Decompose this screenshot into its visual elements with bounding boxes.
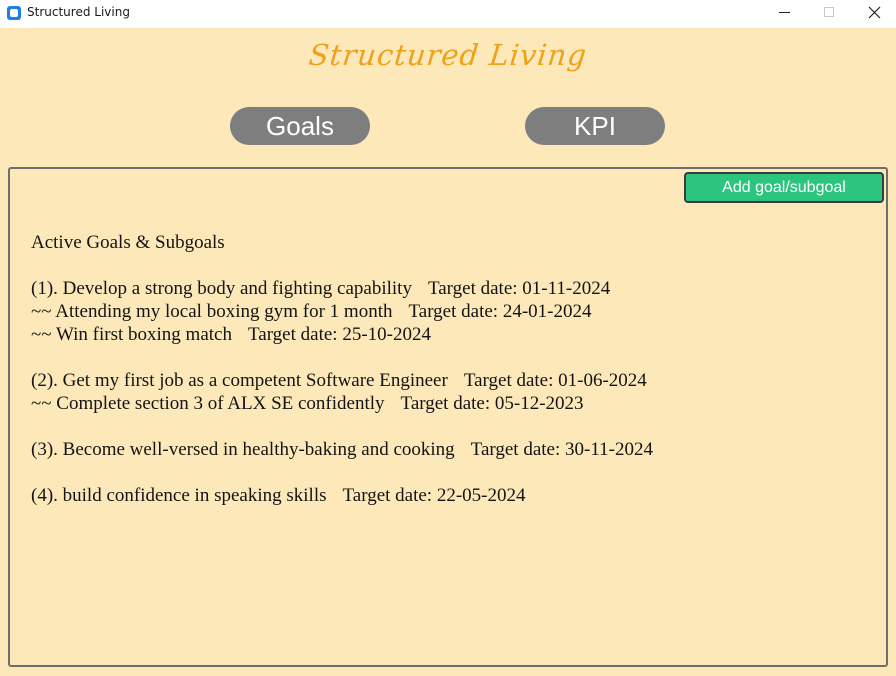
- goals-heading: Active Goals & Subgoals: [31, 232, 225, 253]
- goals-panel: Add goal/subgoal Active Goals & Subgoals…: [8, 167, 888, 667]
- app-title: Structured Living: [307, 38, 589, 72]
- subgoal-text: ~~ Attending my local boxing gym for 1 m…: [31, 301, 393, 322]
- add-goal-button[interactable]: Add goal/subgoal: [684, 172, 884, 203]
- subgoal-target-date: Target date: 24-01-2024: [408, 301, 592, 322]
- subgoal-target-date: Target date: 05-12-2023: [400, 393, 584, 414]
- subgoal-item: ~~ Win first boxing match Target date: 25…: [31, 323, 871, 346]
- maximize-icon: [824, 7, 834, 17]
- maximize-button[interactable]: [806, 0, 852, 28]
- goal-item: (2). Get my first job as a competent Sof…: [31, 369, 871, 392]
- kpi-button[interactable]: KPI: [525, 107, 665, 145]
- window-titlebar: Structured Living: [0, 0, 896, 28]
- goal-text: (3). Become well-versed in healthy-bakin…: [31, 439, 455, 460]
- subgoal-text: ~~ Win first boxing match: [31, 324, 232, 345]
- goal-target-date: Target date: 30-11-2024: [470, 439, 653, 460]
- goals-list: Active Goals & Subgoals (1). Develop a s…: [31, 231, 871, 507]
- goal-text: (2). Get my first job as a competent Sof…: [31, 370, 448, 391]
- subgoal-item: ~~ Attending my local boxing gym for 1 m…: [31, 300, 871, 323]
- goal-item: (3). Become well-versed in healthy-bakin…: [31, 438, 871, 461]
- goal-item: (1). Develop a strong body and fighting …: [31, 277, 871, 300]
- close-icon: [868, 6, 881, 19]
- goals-button[interactable]: Goals: [230, 107, 370, 145]
- window-title: Structured Living: [27, 5, 130, 19]
- close-button[interactable]: [851, 0, 896, 28]
- goal-target-date: Target date: 01-11-2024: [427, 278, 611, 299]
- subgoal-text: ~~ Complete section 3 of ALX SE confiden…: [31, 393, 385, 414]
- minimize-icon: [779, 12, 790, 13]
- goal-item: (4). build confidence in speaking skills…: [31, 484, 871, 507]
- subgoal-target-date: Target date: 25-10-2024: [247, 324, 431, 345]
- subgoal-item: ~~ Complete section 3 of ALX SE confiden…: [31, 392, 871, 415]
- minimize-button[interactable]: [761, 0, 807, 28]
- goal-target-date: Target date: 22-05-2024: [342, 485, 526, 506]
- goal-text: (4). build confidence in speaking skills: [31, 485, 327, 506]
- goal-target-date: Target date: 01-06-2024: [463, 370, 647, 391]
- app-icon: [7, 6, 21, 20]
- goal-text: (1). Develop a strong body and fighting …: [31, 278, 412, 299]
